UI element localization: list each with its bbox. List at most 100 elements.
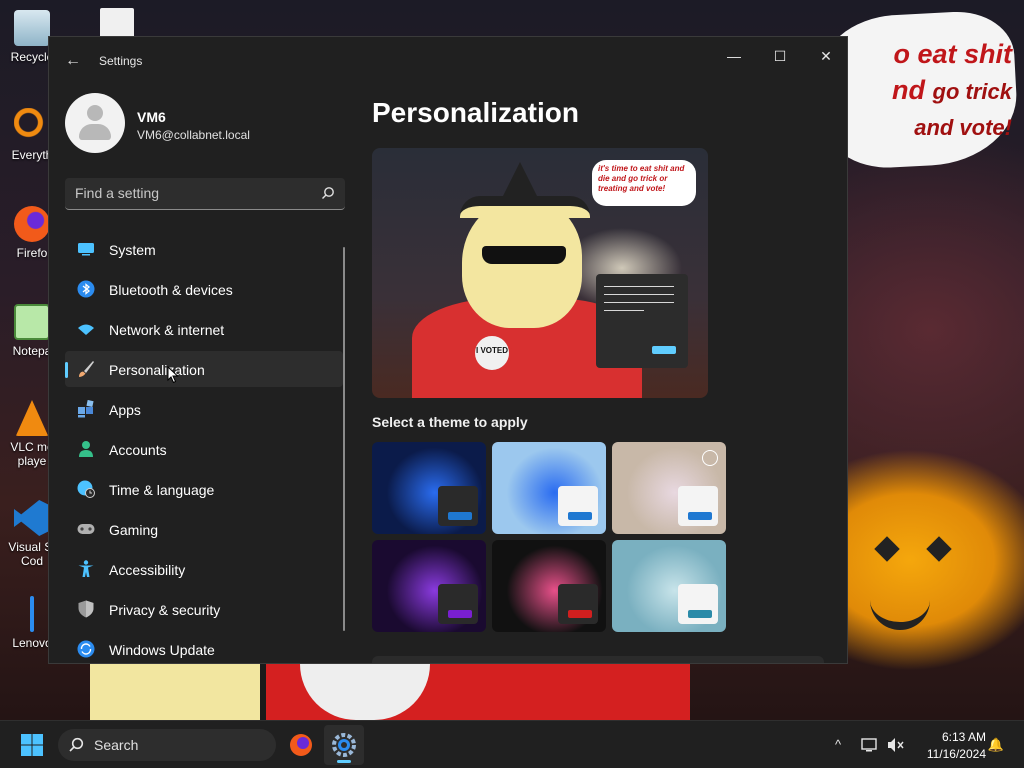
notepad-icon — [14, 304, 50, 340]
profile-email: VM6@collabnet.local — [137, 128, 250, 142]
nav-item-label: Personalization — [109, 362, 205, 378]
theme-mini-window — [438, 486, 478, 526]
search-icon[interactable] — [321, 186, 335, 200]
active-indicator — [337, 760, 351, 763]
nav-item-network[interactable]: Network & internet — [65, 311, 343, 347]
preview-mini-line — [604, 302, 674, 303]
pumpkin-eye — [926, 536, 952, 562]
theme-tile-captured-motion[interactable] — [492, 540, 606, 632]
theme-tile-windows-spotlight[interactable] — [612, 442, 726, 534]
volume-muted-icon[interactable] — [886, 735, 906, 755]
wallpaper-text-line: o eat shit — [893, 39, 1012, 69]
taskbar-settings[interactable] — [324, 725, 364, 765]
theme-tile-windows-dark[interactable] — [372, 442, 486, 534]
next-settings-card[interactable] — [372, 656, 824, 663]
desktop-icon-label: Recycle — [10, 50, 54, 64]
avatar-head — [87, 105, 103, 121]
minimize-button[interactable]: — — [711, 41, 757, 71]
nav-scrollbar[interactable] — [343, 247, 345, 631]
theme-accent-swatch — [448, 512, 472, 520]
nav-item-accounts[interactable]: Accounts — [65, 431, 343, 467]
nav-item-label: Accessibility — [109, 562, 186, 578]
start-button[interactable] — [20, 733, 44, 757]
nav-item-label: System — [109, 242, 156, 258]
close-button[interactable]: ✕ — [803, 41, 847, 71]
windows-update-icon — [77, 640, 95, 658]
gear-icon — [332, 733, 356, 757]
preview-glasses — [482, 246, 566, 264]
preview-mini-accent — [652, 346, 676, 354]
theme-accent-swatch — [568, 512, 592, 520]
nav-item-system[interactable]: System — [65, 231, 343, 267]
brush-icon — [79, 361, 94, 377]
wallpaper-text-line: nd — [892, 75, 926, 105]
taskbar: Search ^ 6:13 AM 11/16/2024 🔔 — [0, 720, 1024, 768]
desktop-icon-label: Firefo — [16, 246, 48, 260]
accessibility-icon — [78, 560, 94, 577]
clock-date[interactable]: 11/16/2024 — [912, 747, 986, 761]
nav-item-accessibility[interactable]: Accessibility — [65, 551, 343, 587]
page-title: Personalization — [372, 97, 579, 128]
back-arrow-icon: ← — [65, 52, 81, 69]
vscode-icon — [14, 500, 50, 536]
pumpkin-mouth — [870, 600, 930, 630]
themes-heading: Select a theme to apply — [372, 414, 528, 430]
preview-mini-line — [604, 286, 674, 287]
everything-search-icon — [14, 108, 50, 144]
spotlight-icon — [702, 450, 718, 466]
wallpaper-text-line: and vote! — [914, 115, 1012, 140]
wallpaper-text-line: go trick — [932, 79, 1012, 104]
firefox-icon — [14, 206, 50, 242]
find-setting-input[interactable] — [75, 178, 315, 208]
search-icon — [69, 737, 84, 752]
desktop-icon-label: Notepa — [12, 344, 52, 358]
profile-name: VM6 — [137, 109, 166, 125]
mouse-cursor-icon — [167, 366, 179, 384]
taskbar-search[interactable]: Search — [58, 729, 276, 761]
theme-accent-swatch — [688, 512, 712, 520]
desktop-file-icon[interactable] — [100, 8, 134, 38]
notification-bell-icon[interactable]: 🔔 — [986, 735, 1006, 755]
nav-item-label: Bluetooth & devices — [109, 282, 233, 298]
theme-mini-window — [558, 584, 598, 624]
nav-item-label: Windows Update — [109, 642, 215, 658]
wifi-icon — [78, 324, 94, 335]
theme-mini-window — [678, 486, 718, 526]
find-setting-box[interactable] — [65, 178, 345, 210]
clock-time[interactable]: 6:13 AM — [922, 730, 986, 744]
nav-item-label: Privacy & security — [109, 602, 221, 618]
nav-item-privacy-security[interactable]: Privacy & security — [65, 591, 343, 627]
maximize-button[interactable]: ☐ — [757, 41, 803, 71]
nav-item-windows-update[interactable]: Windows Update — [65, 631, 343, 663]
desktop-icon-label: Lenovo — [12, 636, 52, 650]
network-icon[interactable] — [860, 735, 880, 755]
lenovo-icon — [30, 596, 34, 632]
title-bar: ← Settings — ☐ ✕ — [49, 37, 847, 85]
theme-preview: I VOTED it's time to eat shit and die an… — [372, 148, 708, 398]
theme-tile-glow[interactable] — [372, 540, 486, 632]
nav-item-gaming[interactable]: Gaming — [65, 511, 343, 547]
nav-item-personalization[interactable]: Personalization — [65, 351, 343, 387]
theme-mini-window — [678, 584, 718, 624]
system-icon — [78, 243, 94, 256]
avatar[interactable] — [65, 93, 125, 153]
theme-tile-windows-light[interactable] — [492, 442, 606, 534]
show-hidden-icons[interactable]: ^ — [828, 735, 848, 755]
nav-item-time-language[interactable]: Time & language — [65, 471, 343, 507]
theme-accent-swatch — [568, 610, 592, 618]
nav-item-bluetooth[interactable]: Bluetooth & devices — [65, 271, 343, 307]
theme-accent-swatch — [448, 610, 472, 618]
window-title: Settings — [99, 54, 143, 68]
preview-hat-brim — [460, 196, 590, 218]
back-button[interactable]: ← — [63, 51, 83, 71]
theme-tile-flow[interactable] — [612, 540, 726, 632]
nav-item-apps[interactable]: Apps — [65, 391, 343, 427]
apps-icon — [78, 400, 94, 418]
preview-mini-line — [604, 294, 674, 295]
settings-nav: System Bluetooth & devices Network & int… — [65, 231, 343, 663]
preview-mini-line — [604, 310, 644, 311]
vlc-icon — [15, 400, 49, 436]
taskbar-firefox[interactable] — [281, 725, 321, 765]
taskbar-search-label: Search — [94, 737, 139, 753]
avatar-body — [79, 124, 111, 140]
